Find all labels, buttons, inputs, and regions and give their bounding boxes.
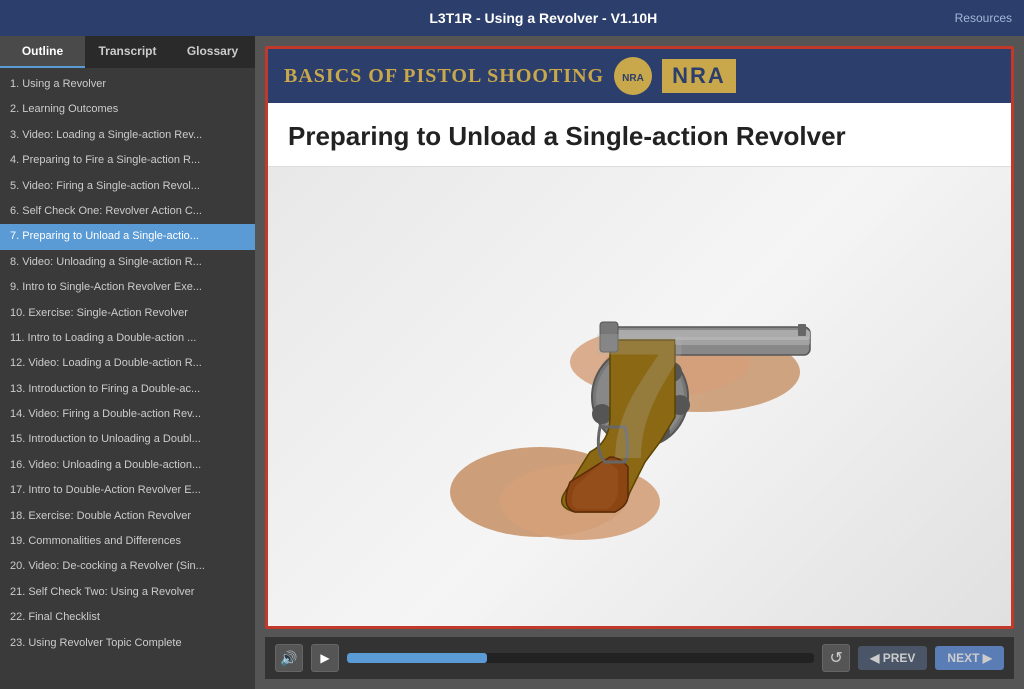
sidebar-tabs: Outline Transcript Glossary bbox=[0, 36, 255, 68]
progress-bar[interactable] bbox=[347, 653, 814, 663]
sidebar-item-13[interactable]: 13. Introduction to Firing a Double-ac..… bbox=[0, 377, 255, 402]
sidebar-item-4[interactable]: 4. Preparing to Fire a Single-action R..… bbox=[0, 148, 255, 173]
slide-main-title: Preparing to Unload a Single-action Revo… bbox=[268, 103, 1011, 167]
nra-logo-area: Basics of Pistol Shooting NRA NRA bbox=[284, 57, 736, 95]
replay-button[interactable]: ↺ bbox=[822, 644, 850, 672]
sidebar-item-5[interactable]: 5. Video: Firing a Single-action Revol..… bbox=[0, 174, 255, 199]
slide-header: Basics of Pistol Shooting NRA NRA bbox=[268, 49, 1011, 103]
content-area: Basics of Pistol Shooting NRA NRA Prepa bbox=[255, 36, 1024, 689]
svg-text:NRA: NRA bbox=[622, 73, 644, 84]
revolver-image: 7 bbox=[268, 167, 1011, 626]
sidebar-item-9[interactable]: 9. Intro to Single-Action Revolver Exe..… bbox=[0, 275, 255, 300]
volume-button[interactable]: 🔊 bbox=[275, 644, 303, 672]
nra-text-box: NRA bbox=[662, 59, 736, 93]
volume-icon: 🔊 bbox=[280, 650, 297, 667]
next-button[interactable]: NEXT ▶ bbox=[935, 646, 1004, 670]
nra-label: NRA bbox=[672, 63, 726, 89]
sidebar-item-14[interactable]: 14. Video: Firing a Double-action Rev... bbox=[0, 402, 255, 427]
sidebar-item-23[interactable]: 23. Using Revolver Topic Complete bbox=[0, 631, 255, 656]
sidebar-item-7[interactable]: 7. Preparing to Unload a Single-actio... bbox=[0, 224, 255, 249]
sidebar-item-20[interactable]: 20. Video: De-cocking a Revolver (Sin... bbox=[0, 554, 255, 579]
sidebar-item-15[interactable]: 15. Introduction to Unloading a Doubl... bbox=[0, 427, 255, 452]
sidebar-item-2[interactable]: 2. Learning Outcomes bbox=[0, 97, 255, 122]
tab-transcript[interactable]: Transcript bbox=[85, 36, 170, 68]
top-bar: L3T1R - Using a Revolver - V1.10H Resour… bbox=[0, 0, 1024, 36]
sidebar-item-8[interactable]: 8. Video: Unloading a Single-action R... bbox=[0, 250, 255, 275]
slide-header-title: Basics of Pistol Shooting bbox=[284, 65, 604, 88]
slide-watermark: 7 bbox=[589, 293, 689, 500]
play-icon: ▶ bbox=[320, 651, 329, 665]
progress-bar-fill bbox=[347, 653, 487, 663]
slide-frame: Basics of Pistol Shooting NRA NRA Prepa bbox=[265, 46, 1014, 629]
sidebar-item-10[interactable]: 10. Exercise: Single-Action Revolver bbox=[0, 301, 255, 326]
sidebar-item-21[interactable]: 21. Self Check Two: Using a Revolver bbox=[0, 580, 255, 605]
tab-glossary[interactable]: Glossary bbox=[170, 36, 255, 68]
sidebar-item-22[interactable]: 22. Final Checklist bbox=[0, 605, 255, 630]
main-area: Outline Transcript Glossary 1. Using a R… bbox=[0, 36, 1024, 689]
replay-icon: ↺ bbox=[829, 648, 842, 668]
prev-button[interactable]: ◀ PREV bbox=[858, 646, 927, 670]
tab-outline[interactable]: Outline bbox=[0, 36, 85, 68]
sidebar-item-17[interactable]: 17. Intro to Double-Action Revolver E... bbox=[0, 478, 255, 503]
sidebar-item-19[interactable]: 19. Commonalities and Differences bbox=[0, 529, 255, 554]
play-button[interactable]: ▶ bbox=[311, 644, 339, 672]
sidebar-item-12[interactable]: 12. Video: Loading a Double-action R... bbox=[0, 351, 255, 376]
sidebar-item-3[interactable]: 3. Video: Loading a Single-action Rev... bbox=[0, 123, 255, 148]
resources-button[interactable]: Resources bbox=[955, 11, 1012, 25]
nra-emblem-icon: NRA bbox=[614, 57, 652, 95]
outline-list: 1. Using a Revolver2. Learning Outcomes3… bbox=[0, 68, 255, 689]
slide-content: Preparing to Unload a Single-action Revo… bbox=[268, 103, 1011, 626]
slide-image-area: 7 bbox=[268, 167, 1011, 626]
course-title: L3T1R - Using a Revolver - V1.10H bbox=[132, 10, 955, 26]
sidebar-item-6[interactable]: 6. Self Check One: Revolver Action C... bbox=[0, 199, 255, 224]
bottom-controls: 🔊 ▶ ↺ ◀ PREV NEXT ▶ bbox=[265, 637, 1014, 679]
sidebar-item-18[interactable]: 18. Exercise: Double Action Revolver bbox=[0, 504, 255, 529]
sidebar: Outline Transcript Glossary 1. Using a R… bbox=[0, 36, 255, 689]
sidebar-item-16[interactable]: 16. Video: Unloading a Double-action... bbox=[0, 453, 255, 478]
sidebar-item-11[interactable]: 11. Intro to Loading a Double-action ... bbox=[0, 326, 255, 351]
sidebar-item-1[interactable]: 1. Using a Revolver bbox=[0, 72, 255, 97]
